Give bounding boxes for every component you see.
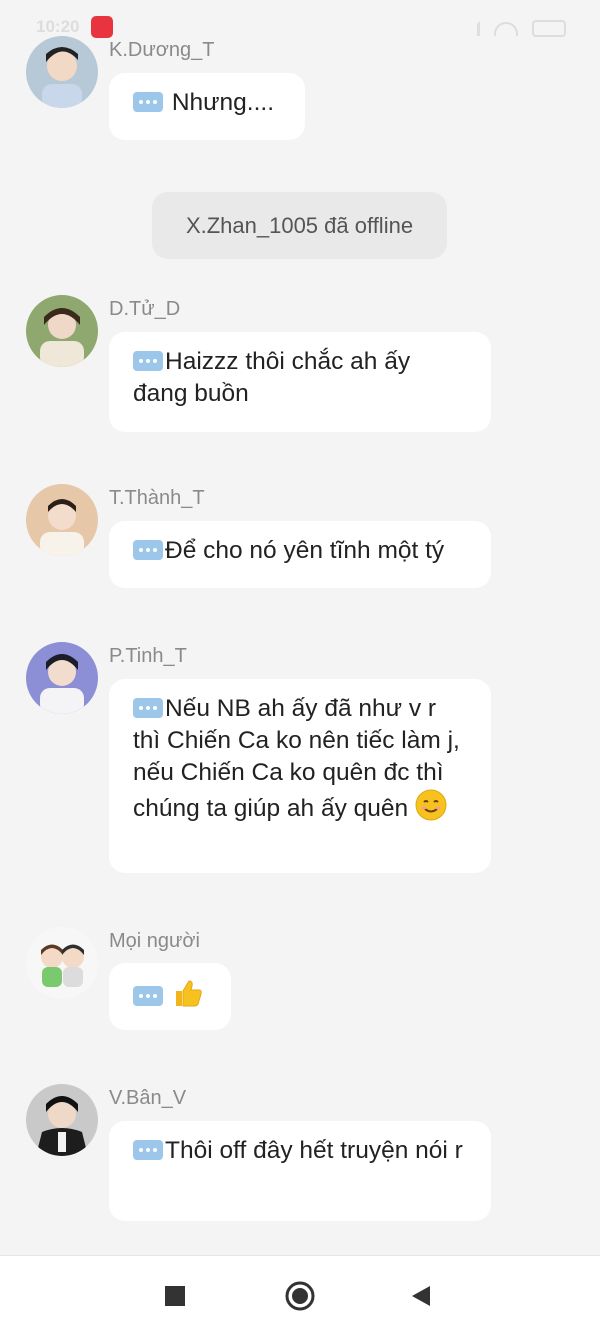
system-note: X.Zhan_1005 đã offline: [152, 192, 447, 259]
status-time: 10:20: [36, 17, 80, 36]
navigation-bar: [0, 1255, 600, 1334]
avatar[interactable]: [26, 1084, 98, 1156]
message-bubble[interactable]: Nhưng....: [109, 73, 305, 140]
signal-icon: [459, 21, 480, 36]
message-bubble[interactable]: Để cho nó yên tĩnh một tý: [109, 521, 491, 588]
chat-bubble-icon: [133, 986, 163, 1006]
chat-bubble-icon: [133, 351, 163, 371]
mangatoon-icon: [91, 16, 113, 38]
system-icons: [459, 20, 566, 37]
message-bubble[interactable]: [109, 963, 231, 1030]
avatar[interactable]: [26, 642, 98, 714]
avatar[interactable]: [26, 295, 98, 367]
smiling-face-icon: [415, 789, 447, 830]
recents-square-icon[interactable]: [164, 1285, 186, 1312]
message-text: Nhưng....: [171, 89, 275, 116]
chat-bubble-icon: [133, 92, 163, 112]
sender-name: T.Thành_T: [109, 487, 205, 509]
chat-bubble-icon: [133, 698, 163, 718]
back-triangle-icon[interactable]: [410, 1284, 432, 1313]
message-bubble[interactable]: Haizzz thôi chắc ah ấy đang buồn: [109, 332, 491, 432]
battery-icon: [532, 20, 566, 37]
message-text: Nếu NB ah ấy đã như v r thì Chiến Ca ko …: [133, 695, 460, 822]
avatar[interactable]: [26, 36, 98, 108]
home-circle-icon[interactable]: [284, 1280, 316, 1317]
sender-name: D.Tử_D: [109, 298, 181, 320]
chat-bubble-icon: [133, 1140, 163, 1160]
thumbs-up-icon: [172, 977, 204, 1018]
sender-name: K.Dương_T: [109, 39, 215, 61]
chat-bubble-icon: [133, 540, 163, 560]
wifi-icon: [494, 21, 518, 36]
avatar[interactable]: [26, 484, 98, 556]
message-text: Để cho nó yên tĩnh một tý: [165, 537, 445, 564]
avatar[interactable]: [26, 927, 98, 999]
sender-name: Mọi người: [109, 930, 200, 952]
status-bar: 10:20: [0, 0, 600, 56]
message-text: Haizzz thôi chắc ah ấy đang buồn: [133, 348, 411, 407]
message-bubble[interactable]: Thôi off đây hết truyện nói r: [109, 1121, 491, 1221]
sender-name: V.Bân_V: [109, 1087, 187, 1109]
sender-name: P.Tinh_T: [109, 645, 187, 667]
message-bubble[interactable]: Nếu NB ah ấy đã như v r thì Chiến Ca ko …: [109, 679, 491, 873]
message-text: Thôi off đây hết truyện nói r: [165, 1137, 463, 1164]
